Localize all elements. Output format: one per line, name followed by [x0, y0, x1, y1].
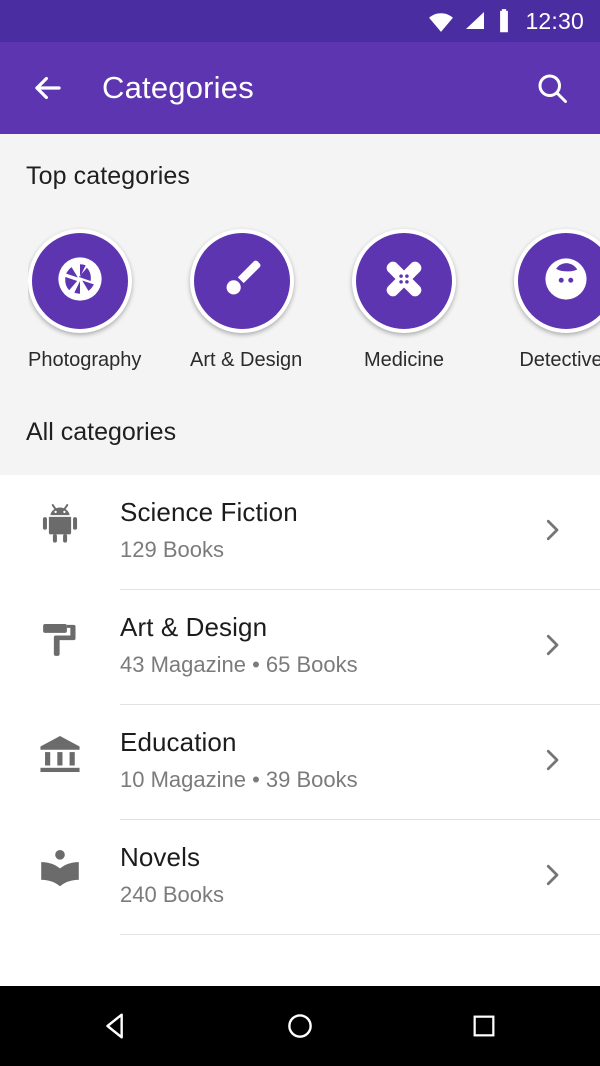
- android-robot-icon: [0, 475, 120, 547]
- phone-screen: 12:30 Categories Top categories Photogra…: [0, 0, 600, 1066]
- nav-recents-square-icon[interactable]: [457, 999, 511, 1053]
- list-item-body: Novels 240 Books: [120, 820, 600, 935]
- category-circle: [514, 229, 600, 333]
- top-categories-title: Top categories: [26, 162, 190, 190]
- chevron-right-icon[interactable]: [526, 630, 578, 660]
- list-item-text: Education 10 Magazine • 39 Books: [120, 727, 526, 793]
- all-categories-title: All categories: [26, 418, 177, 446]
- list-divider: [120, 934, 600, 935]
- top-category-medicine[interactable]: Medicine: [352, 229, 456, 372]
- list-item-title: Science Fiction: [120, 497, 298, 527]
- list-item-title: Education: [120, 727, 237, 757]
- battery-icon: [496, 8, 512, 34]
- cellular-signal-icon: [463, 9, 487, 33]
- chevron-right-icon[interactable]: [526, 745, 578, 775]
- top-categories-section: Top categories Photography Art & Design: [0, 134, 600, 475]
- arrow-back-icon[interactable]: [22, 62, 74, 114]
- app-bar: Categories: [0, 42, 600, 134]
- list-item[interactable]: Education 10 Magazine • 39 Books: [0, 705, 600, 820]
- all-categories-list: Science Fiction 129 Books Art & Design 4…: [0, 475, 600, 935]
- face-icon: [540, 253, 592, 310]
- list-item-text: Novels 240 Books: [120, 842, 526, 908]
- open-book-icon: [0, 820, 120, 892]
- list-item-text: Art & Design 43 Magazine • 65 Books: [120, 612, 526, 678]
- list-item-subtitle: 10 Magazine • 39 Books: [120, 767, 358, 792]
- category-circle: [190, 229, 294, 333]
- list-item-subtitle: 129 Books: [120, 537, 224, 562]
- list-item[interactable]: Science Fiction 129 Books: [0, 475, 600, 590]
- bank-columns-icon: [0, 705, 120, 777]
- list-item-body: Education 10 Magazine • 39 Books: [120, 705, 600, 820]
- chevron-right-icon[interactable]: [526, 515, 578, 545]
- page-title: Categories: [102, 70, 254, 105]
- status-clock: 12:30: [525, 7, 584, 34]
- search-icon[interactable]: [526, 62, 578, 114]
- crossed-bandages-icon: [379, 254, 429, 309]
- top-category-art-design[interactable]: Art & Design: [190, 229, 303, 372]
- nav-home-circle-icon[interactable]: [273, 999, 327, 1053]
- category-circle: [352, 229, 456, 333]
- list-item-text: Science Fiction 129 Books: [120, 497, 526, 563]
- list-item[interactable]: Art & Design 43 Magazine • 65 Books: [0, 590, 600, 705]
- list-item-subtitle: 43 Magazine • 65 Books: [120, 652, 358, 677]
- list-item-title: Art & Design: [120, 612, 268, 642]
- list-item-body: Art & Design 43 Magazine • 65 Books: [120, 590, 600, 705]
- paintbrush-icon: [217, 254, 267, 309]
- category-circle: [28, 229, 132, 333]
- status-bar: 12:30: [0, 0, 600, 42]
- camera-aperture-icon: [54, 253, 106, 310]
- android-nav-bar: [0, 986, 600, 1066]
- nav-back-triangle-icon[interactable]: [89, 999, 143, 1053]
- paint-roller-icon: [0, 590, 120, 662]
- list-item-title: Novels: [120, 842, 201, 872]
- list-item-body: Science Fiction 129 Books: [120, 475, 600, 590]
- top-category-label: Medicine: [363, 349, 445, 371]
- top-categories-row: Photography Art & Design Medicine Detect…: [28, 191, 600, 372]
- top-category-detectives[interactable]: Detectives: [514, 229, 600, 372]
- top-category-label: Photography: [28, 349, 142, 371]
- chevron-right-icon[interactable]: [526, 860, 578, 890]
- top-category-label: Detectives: [519, 349, 600, 371]
- list-item[interactable]: Novels 240 Books: [0, 820, 600, 935]
- wifi-icon: [428, 8, 454, 34]
- list-item-subtitle: 240 Books: [120, 882, 224, 907]
- top-category-label: Art & Design: [190, 349, 303, 371]
- top-category-photography[interactable]: Photography: [28, 229, 142, 372]
